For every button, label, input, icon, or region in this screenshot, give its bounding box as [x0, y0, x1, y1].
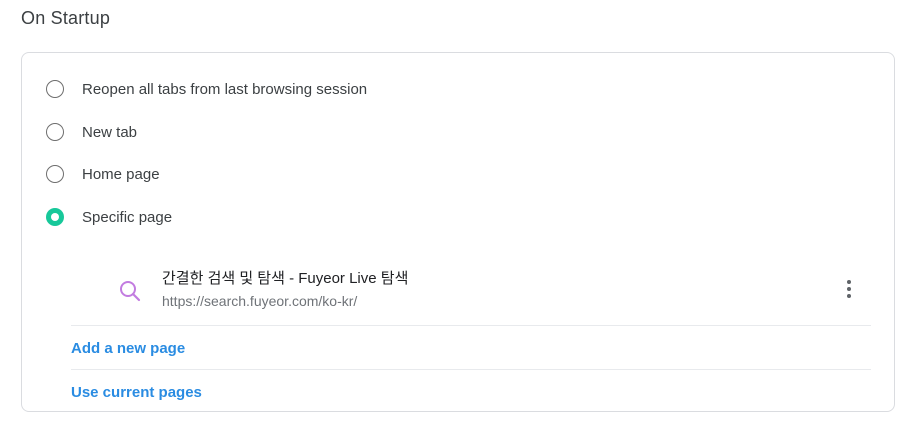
add-new-page-link[interactable]: Add a new page [71, 340, 185, 357]
divider [71, 369, 871, 370]
radio-button[interactable] [46, 123, 64, 141]
option-label: Specific page [82, 208, 173, 226]
startup-page-entry: 간결한 검색 및 탐색 - Fuyeor Live 탐색 https://sea… [118, 265, 858, 315]
option-label: Home page [82, 165, 160, 183]
startup-options-card: Reopen all tabs from last browsing sessi… [21, 52, 895, 412]
option-new-tab[interactable]: New tab [46, 120, 137, 144]
page-title: 간결한 검색 및 탐색 - Fuyeor Live 탐색 [162, 270, 409, 287]
option-label: New tab [82, 123, 138, 141]
divider [71, 325, 871, 326]
option-home-page[interactable]: Home page [46, 162, 160, 186]
option-label: Reopen all tabs from last browsing sessi… [82, 80, 368, 98]
radio-button[interactable] [46, 165, 64, 183]
option-specific-page[interactable]: Specific page [46, 205, 172, 229]
search-icon [120, 281, 141, 302]
more-options-icon[interactable] [837, 271, 861, 307]
section-title: On Startup [21, 8, 111, 28]
use-current-pages-link[interactable]: Use current pages [71, 384, 202, 401]
option-reopen-tabs[interactable]: Reopen all tabs from last browsing sessi… [46, 77, 367, 101]
page-url: https://search.fuyeor.com/ko-kr/ [162, 293, 358, 309]
radio-button[interactable] [46, 80, 64, 98]
radio-button-checked[interactable] [46, 208, 64, 226]
